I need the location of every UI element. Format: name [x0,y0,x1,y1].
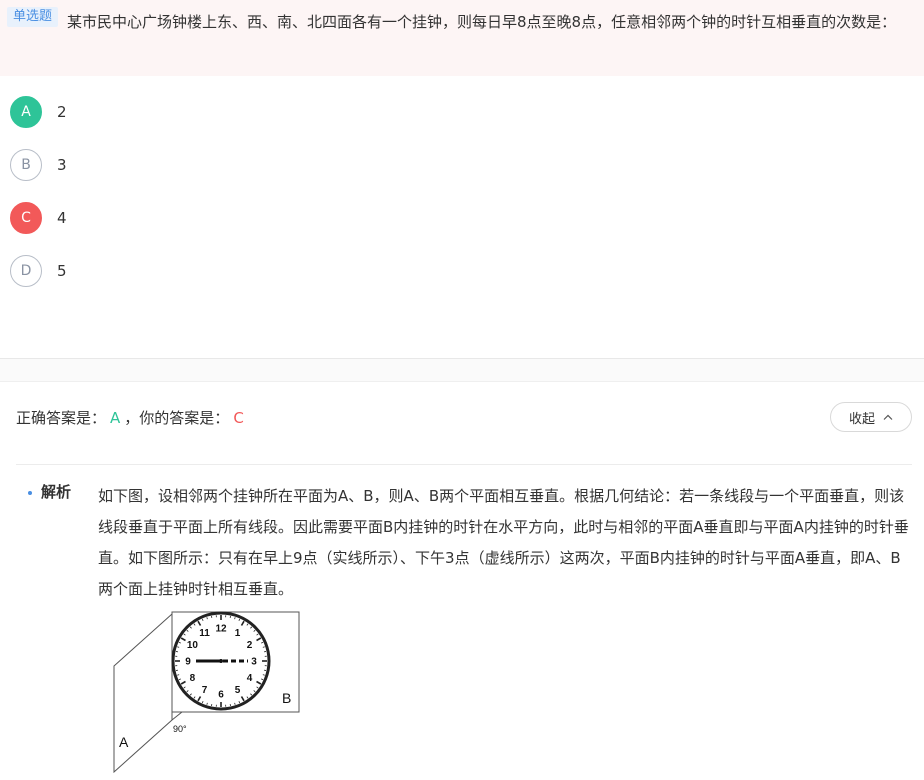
collapse-button-label: 收起 [848,411,875,427]
clock-number: 10 [187,640,199,651]
clock-number: 2 [247,640,253,651]
option-c-text: 4 [57,209,67,227]
option-d[interactable]: D 5 [10,254,310,288]
option-a[interactable]: A 2 [10,95,310,129]
option-d-marker: D [10,255,42,287]
clock-number: 6 [218,690,224,701]
option-c-marker: C [10,202,42,234]
option-a-text: 2 [57,103,67,121]
question-stem: 某市民中心广场钟楼上东、西、南、北四面各有一个挂钟，则每日早8点至晚8点，任意相… [67,13,897,31]
analysis-text: 如下图，设相邻两个挂钟所在平面为A、B，则A、B两个平面相互垂直。根据几何结论：… [98,487,909,598]
analysis-title: 解析 [41,483,72,501]
option-b-marker: B [10,149,42,181]
clock-number: 1 [235,628,241,639]
option-d-text: 5 [57,262,67,280]
clock-number: 12 [215,624,227,635]
option-c[interactable]: C 4 [10,201,310,235]
plane-a-label: A [119,734,129,750]
answer-separator: ， [124,409,140,427]
right-angle-marker [171,711,185,721]
section-gap [0,359,924,381]
analysis-figure: 12 12 3 45678 9 1011 B A 90° [113,611,300,774]
analysis-divider [16,464,912,465]
angle-label: 90° [173,724,187,734]
clock-number: 5 [235,685,241,696]
clock-number: 8 [190,673,196,684]
your-answer-value: C [233,409,244,427]
clock-number: 4 [247,673,253,684]
clock-number: 11 [199,628,210,639]
collapse-button[interactable]: 收起 [830,402,912,432]
option-b[interactable]: B 3 [10,148,310,182]
clock-number: 7 [202,685,208,696]
correct-answer-value: A [110,409,121,427]
question-header: 单选题 某市民中心广场钟楼上东、西、南、北四面各有一个挂钟，则每日早8点至晚8点… [0,0,924,76]
plane-b-label: B [282,690,291,706]
option-b-text: 3 [57,156,67,174]
option-a-marker: A [10,96,42,128]
analysis-bullet-icon [28,491,32,495]
question-page: 单选题 某市民中心广场钟楼上东、西、南、北四面各有一个挂钟，则每日早8点至晚8点… [0,0,924,780]
clock-center [219,659,223,663]
clock-number: 9 [185,657,191,668]
correct-answer-label: 正确答案是： [16,409,107,427]
clock-number: 3 [251,657,257,668]
answer-summary: 正确答案是： A ，你的答案是： C [16,406,248,430]
chevron-up-icon [883,414,893,420]
section-divider [0,381,924,382]
your-answer-label: 你的答案是： [139,409,230,427]
